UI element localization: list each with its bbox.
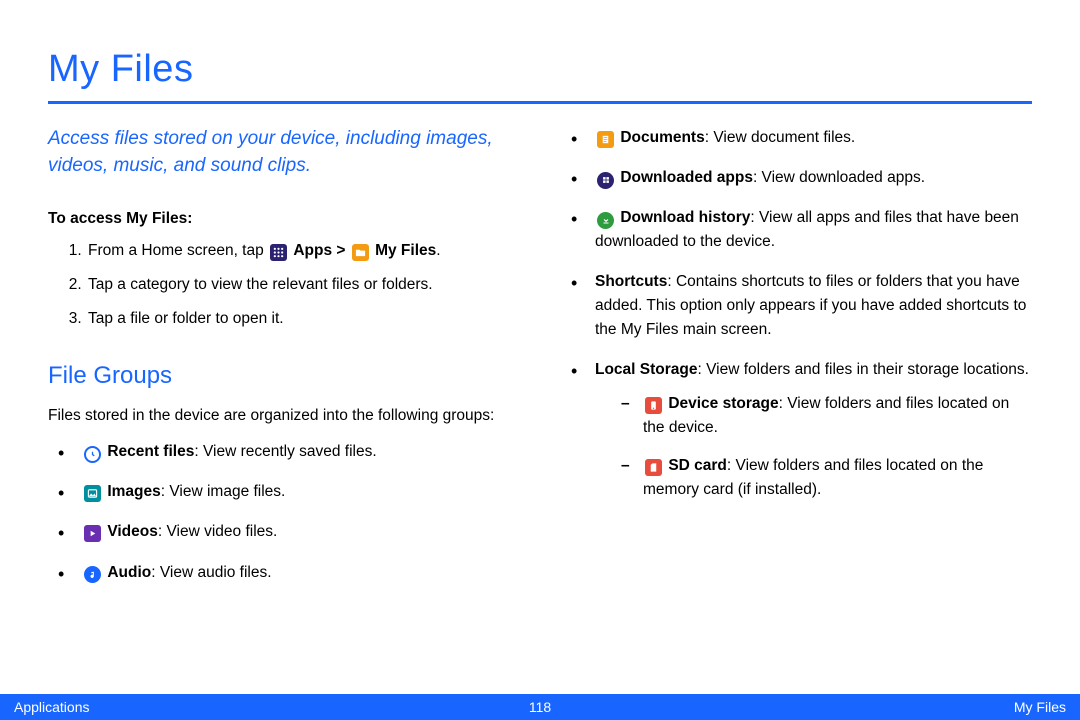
item-audio: Audio: View audio files. — [64, 561, 519, 585]
audio-label: Audio — [107, 564, 151, 581]
shortcuts-label: Shortcuts — [595, 273, 667, 290]
item-documents: Documents: View document files. — [577, 126, 1032, 150]
my-files-folder-icon — [352, 244, 369, 261]
item-videos: Videos: View video files. — [64, 520, 519, 544]
step-3: Tap a file or folder to open it. — [86, 307, 519, 331]
page-footer: Applications 118 My Files — [0, 694, 1080, 720]
access-heading: To access My Files: — [48, 207, 519, 231]
step-2: Tap a category to view the relevant file… — [86, 273, 519, 297]
title-rule — [48, 101, 1032, 104]
step-1-apps: Apps — [293, 242, 332, 259]
clock-icon — [84, 446, 101, 463]
item-recent: Recent files: View recently saved files. — [64, 440, 519, 464]
document-page: My Files Access files stored on your dev… — [0, 0, 1080, 720]
image-icon — [84, 485, 101, 502]
access-steps: From a Home screen, tap Apps > — [48, 239, 519, 331]
file-groups-para: Files stored in the device are organized… — [48, 404, 519, 428]
step-1-gt: > — [336, 242, 349, 259]
item-shortcuts: Shortcuts: Contains shortcuts to files o… — [577, 270, 1032, 342]
step-1-dot: . — [436, 242, 440, 259]
local-storage-desc: : View folders and files in their storag… — [698, 361, 1029, 378]
sd-card-label: SD card — [668, 457, 727, 474]
videos-desc: : View video files. — [158, 523, 277, 540]
images-desc: : View image files. — [161, 483, 286, 500]
footer-right: My Files — [1014, 699, 1066, 715]
item-sd-card: SD card: View folders and files located … — [627, 454, 1032, 502]
item-device-storage: Device storage: View folders and files l… — [627, 392, 1032, 440]
audio-desc: : View audio files. — [151, 564, 271, 581]
documents-label: Documents — [620, 129, 704, 146]
item-downloaded-apps: Downloaded apps: View downloaded apps. — [577, 166, 1032, 190]
recent-label: Recent files — [107, 443, 194, 460]
video-icon — [84, 525, 101, 542]
content-columns: Access files stored on your device, incl… — [48, 126, 1032, 601]
left-bullets: Recent files: View recently saved files.… — [48, 440, 519, 584]
document-icon — [597, 131, 614, 148]
local-storage-sublist: Device storage: View folders and files l… — [595, 392, 1032, 502]
footer-left: Applications — [14, 699, 90, 715]
audio-icon — [84, 566, 101, 583]
apps-grid-icon — [270, 244, 287, 261]
documents-desc: : View document files. — [705, 129, 855, 146]
step-1-myfiles: My Files — [375, 242, 436, 259]
sd-card-icon — [645, 459, 662, 476]
right-column: Documents: View document files. Download… — [561, 126, 1032, 601]
intro-text: Access files stored on your device, incl… — [48, 126, 519, 179]
download-icon — [597, 212, 614, 229]
item-local-storage: Local Storage: View folders and files in… — [577, 358, 1032, 502]
images-label: Images — [107, 483, 160, 500]
step-1-part-a: From a Home screen, tap — [88, 242, 268, 259]
downloaded-apps-desc: : View downloaded apps. — [753, 169, 925, 186]
item-images: Images: View image files. — [64, 480, 519, 504]
download-history-label: Download history — [620, 209, 750, 226]
step-1: From a Home screen, tap Apps > — [86, 239, 519, 263]
downloaded-apps-icon — [597, 172, 614, 189]
footer-page-number: 118 — [529, 699, 551, 715]
device-storage-icon — [645, 397, 662, 414]
downloaded-apps-label: Downloaded apps — [620, 169, 753, 186]
page-title: My Files — [48, 48, 1032, 91]
recent-desc: : View recently saved files. — [194, 443, 376, 460]
item-download-history: Download history: View all apps and file… — [577, 206, 1032, 254]
file-groups-heading: File Groups — [48, 357, 519, 394]
left-column: Access files stored on your device, incl… — [48, 126, 519, 601]
right-bullets: Documents: View document files. Download… — [561, 126, 1032, 502]
local-storage-label: Local Storage — [595, 361, 698, 378]
device-storage-label: Device storage — [668, 395, 778, 412]
videos-label: Videos — [107, 523, 158, 540]
